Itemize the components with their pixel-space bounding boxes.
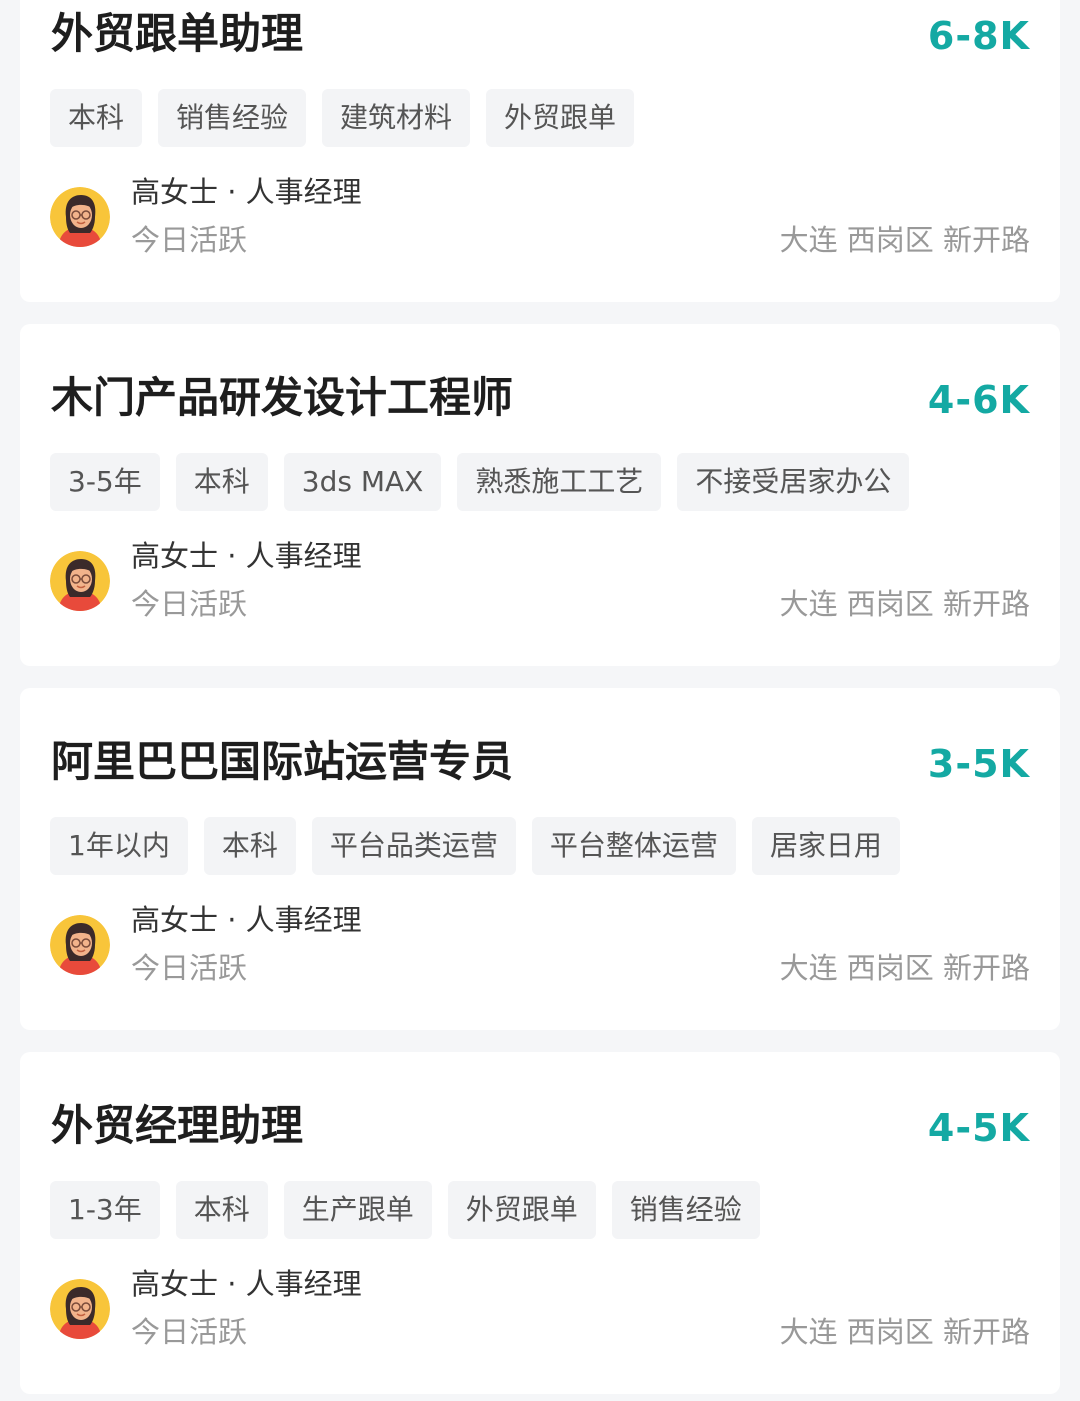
recruiter-status: 今日活跃 [131,1315,248,1349]
job-tag: 本科 [175,1181,268,1239]
job-location: 大连 西岗区 新开路 [779,1315,1030,1349]
recruiter-status: 今日活跃 [131,951,248,985]
job-tag: 建筑材料 [322,89,471,147]
recruiter-status: 今日活跃 [131,587,248,621]
recruiter-avatar[interactable] [50,1279,110,1339]
avatar-icon [50,551,110,611]
recruiter-status: 今日活跃 [131,223,248,257]
job-tag: 本科 [50,89,143,147]
tag-list: 3-5年 本科 3ds MAX 熟悉施工工艺 不接受居家办公 [50,453,910,511]
job-location: 大连 西岗区 新开路 [779,951,1030,985]
job-tag: 熟悉施工工艺 [457,453,662,511]
job-tag: 外贸跟单 [447,1181,596,1239]
job-tag: 本科 [175,453,268,511]
job-salary: 6-8K [927,14,1030,58]
tag-list: 本科 销售经验 建筑材料 外贸跟单 [50,89,635,147]
job-card-1[interactable]: 外贸跟单助理 6-8K 本科 销售经验 建筑材料 外贸跟单 高女士 · 人事经理 今日… [20,0,1060,302]
tag-list: 1-3年 本科 生产跟单 外贸跟单 销售经验 [50,1181,760,1239]
job-location: 大连 西岗区 新开路 [779,223,1030,257]
job-tag: 不接受居家办公 [677,453,910,511]
job-salary: 4-5K [927,1106,1030,1150]
job-title: 木门产品研发设计工程师 [51,373,514,422]
job-tag: 1-3年 [50,1181,160,1239]
recruiter-avatar[interactable] [50,915,110,975]
job-tag: 平台整体运营 [531,817,736,875]
job-card-4[interactable]: 外贸经理助理 4-5K 1-3年 本科 生产跟单 外贸跟单 销售经验 高女士 · 人事经… [20,1052,1060,1394]
job-salary: 3-5K [927,742,1030,786]
job-tag: 销售经验 [611,1181,760,1239]
job-card-3[interactable]: 阿里巴巴国际站运营专员 3-5K 1年以内 本科 平台品类运营 平台整体运营 居家日用 … [20,688,1060,1030]
job-tag: 销售经验 [158,89,307,147]
job-tag: 生产跟单 [283,1181,432,1239]
job-title: 外贸跟单助理 [51,9,304,58]
avatar-icon [50,187,110,247]
job-tag: 1年以内 [50,817,188,875]
recruiter-name: 高女士 · 人事经理 [131,175,362,209]
job-card-2[interactable]: 木门产品研发设计工程师 4-6K 3-5年 本科 3ds MAX 熟悉施工工艺 不接受居… [20,324,1060,666]
job-tag: 居家日用 [751,817,900,875]
job-tag: 3-5年 [50,453,160,511]
job-title: 阿里巴巴国际站运营专员 [51,737,514,786]
recruiter-name: 高女士 · 人事经理 [131,1267,362,1301]
avatar-icon [50,1279,110,1339]
job-tag: 平台品类运营 [311,817,516,875]
tag-list: 1年以内 本科 平台品类运营 平台整体运营 居家日用 [50,817,900,875]
job-tag: 3ds MAX [283,453,442,511]
recruiter-avatar[interactable] [50,551,110,611]
job-title: 外贸经理助理 [51,1101,304,1150]
recruiter-name: 高女士 · 人事经理 [131,903,362,937]
recruiter-avatar[interactable] [50,187,110,247]
job-tag: 外贸跟单 [486,89,635,147]
recruiter-name: 高女士 · 人事经理 [131,539,362,573]
avatar-icon [50,915,110,975]
job-location: 大连 西岗区 新开路 [779,587,1030,621]
job-salary: 4-6K [927,378,1030,422]
job-tag: 本科 [203,817,296,875]
